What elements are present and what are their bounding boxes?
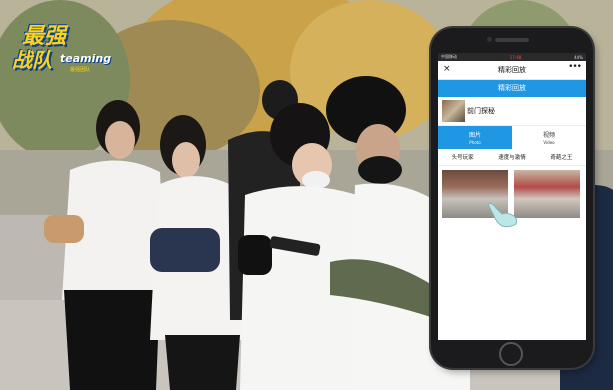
phone-screen: 中国移动 17:48 44% × 精彩回放 ••• 精彩回放 前门探秘 图片 P… <box>438 53 586 340</box>
battery-label: 44% <box>574 54 583 60</box>
tab-video-en: Video <box>543 140 555 145</box>
tab-photo[interactable]: 图片 Photo <box>438 126 512 149</box>
camera-icon <box>487 37 492 42</box>
album-thumbnail <box>442 100 465 122</box>
album-title: 前门探秘 <box>467 107 495 115</box>
photo-thumbnail[interactable] <box>514 170 580 218</box>
team-tabs: 头号玩家 速度与激情 奇葩之王 <box>438 149 586 166</box>
tab-photo-en: Photo <box>469 140 481 145</box>
section-banner: 精彩回放 <box>438 80 586 97</box>
logo-text-bottom: 战队 <box>12 48 52 72</box>
album-row[interactable]: 前门探秘 <box>438 97 586 126</box>
scene: 最强 战队 teaming 最强团队 中国移动 17:48 44% × 精彩回放… <box>0 0 613 390</box>
carrier-label: 中国移动 <box>441 54 457 59</box>
home-button[interactable] <box>499 342 523 366</box>
tab-photo-label: 图片 <box>468 132 481 139</box>
tab-video-label: 视频 <box>542 132 555 139</box>
more-icon[interactable]: ••• <box>568 62 582 72</box>
photo-grid <box>438 166 586 228</box>
tab-video[interactable]: 视频 Video <box>512 126 586 149</box>
tab-team-3[interactable]: 奇葩之王 <box>537 153 586 161</box>
logo-text-sub: 最强团队 <box>70 67 91 73</box>
event-logo: 最强 战队 teaming 最强团队 <box>8 16 112 80</box>
nav-title: 精彩回放 <box>498 66 526 74</box>
speaker-grille <box>495 38 529 42</box>
hand-pointer-icon <box>487 203 518 228</box>
logo-text-english: teaming <box>60 52 112 65</box>
tab-team-2[interactable]: 速度与激情 <box>487 153 536 161</box>
phone-mockup: 中国移动 17:48 44% × 精彩回放 ••• 精彩回放 前门探秘 图片 P… <box>431 28 593 368</box>
nav-bar: × 精彩回放 ••• <box>438 61 586 80</box>
status-bar: 中国移动 17:48 44% <box>438 53 586 61</box>
tab-team-1[interactable]: 头号玩家 <box>438 153 487 161</box>
media-tabs: 图片 Photo 视频 Video <box>438 126 586 149</box>
clock: 17:48 <box>509 54 522 60</box>
